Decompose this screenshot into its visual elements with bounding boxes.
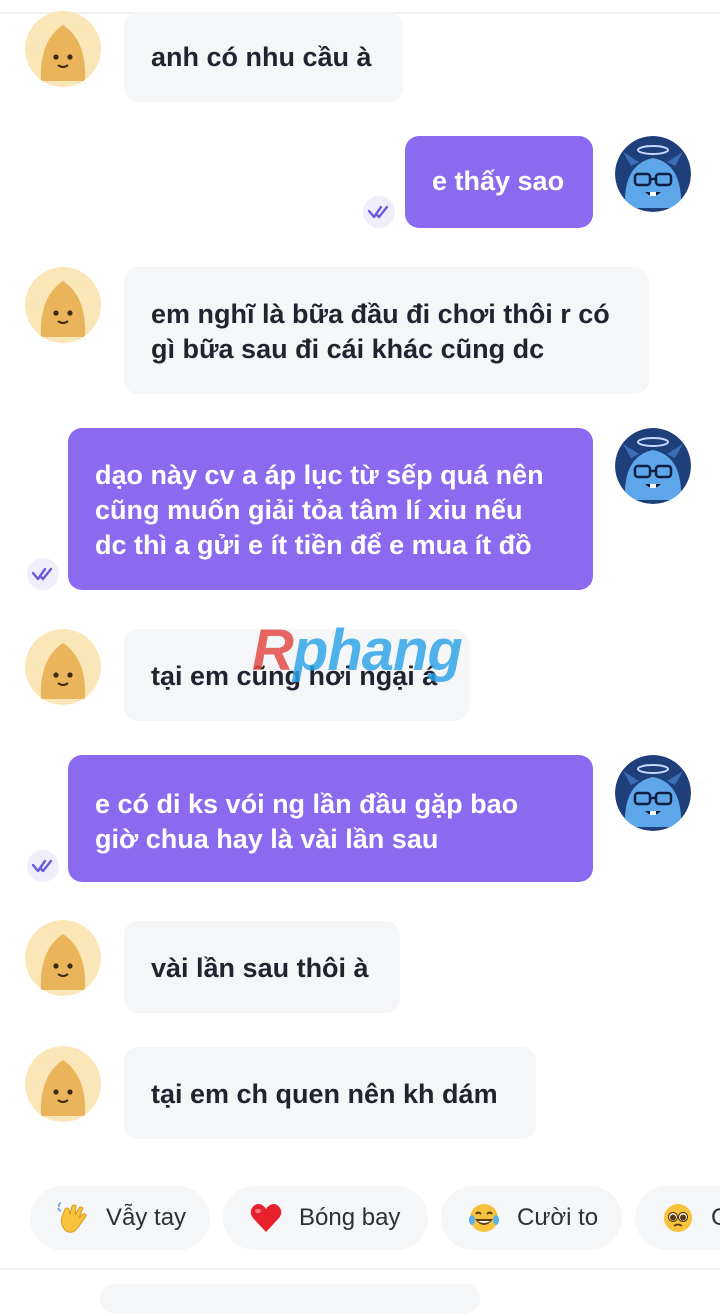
quick-reactions-bar: Vẫy tay Bóng bay Cười to C (0, 1186, 720, 1250)
bottom-divider (0, 1268, 720, 1270)
watermark-logo: Rphang (252, 618, 463, 683)
pleading-face-icon (661, 1201, 695, 1235)
contact-avatar[interactable] (25, 629, 101, 705)
reaction-chip-pleading[interactable]: C (635, 1186, 720, 1250)
reaction-chip-laugh[interactable]: Cười to (441, 1186, 622, 1250)
message-text: e có di ks vói ng lần đầu gặp bao (95, 789, 519, 819)
tears-of-joy-icon (467, 1201, 501, 1235)
message-text: giờ chua hay là vài lần sau (95, 824, 439, 854)
message-text: cũng muốn giải tỏa tâm lí xiu nếu (95, 495, 523, 525)
reaction-label: Bóng bay (299, 1204, 401, 1231)
contact-avatar[interactable] (25, 1046, 101, 1122)
reaction-chip-wave[interactable]: Vẫy tay (30, 1186, 210, 1250)
waving-hand-icon (56, 1201, 90, 1235)
seen-check-icon (363, 196, 395, 228)
reaction-label: Vẫy tay (106, 1204, 187, 1231)
message-bubble-outgoing[interactable]: e có di ks vói ng lần đầu gặp bao giờ ch… (68, 755, 593, 882)
my-avatar[interactable] (615, 428, 691, 504)
message-text: vài lần sau thôi à (151, 953, 369, 983)
reaction-label: C (711, 1204, 720, 1231)
message-bubble-incoming[interactable]: vài lần sau thôi à (124, 921, 400, 1013)
contact-avatar[interactable] (25, 11, 101, 87)
contact-avatar[interactable] (25, 920, 101, 996)
message-text: dc thì a gửi e ít tiền để e mua ít đồ (95, 530, 532, 560)
seen-check-icon (27, 850, 59, 882)
message-bubble-outgoing[interactable]: dạo này cv a áp lục từ sếp quá nên cũng … (68, 428, 593, 590)
message-bubble-incoming[interactable]: em nghĩ là bữa đầu đi chơi thôi r có gì … (124, 267, 649, 394)
my-avatar[interactable] (615, 136, 691, 212)
message-text: dạo này cv a áp lục từ sếp quá nên (95, 460, 544, 490)
message-bubble-incoming[interactable]: tại em ch quen nên kh dám (124, 1047, 536, 1139)
message-bubble-outgoing[interactable]: e thấy sao (405, 136, 593, 228)
contact-avatar[interactable] (25, 267, 101, 343)
reaction-chip-balloon[interactable]: Bóng bay (223, 1186, 428, 1250)
message-text: e thấy sao (432, 166, 565, 196)
seen-check-icon (27, 558, 59, 590)
reaction-label: Cười to (517, 1204, 599, 1231)
my-avatar[interactable] (615, 755, 691, 831)
message-text: gì bữa sau đi cái khác cũng dc (151, 334, 545, 364)
message-text: tại em ch quen nên kh dám (151, 1079, 498, 1109)
message-bubble-incoming[interactable]: anh có nhu cầu à (124, 12, 403, 102)
message-text: em nghĩ là bữa đầu đi chơi thôi r có (151, 299, 610, 329)
red-heart-icon (249, 1201, 283, 1235)
message-text: anh có nhu cầu à (151, 42, 372, 72)
message-input-bar[interactable] (100, 1284, 480, 1314)
